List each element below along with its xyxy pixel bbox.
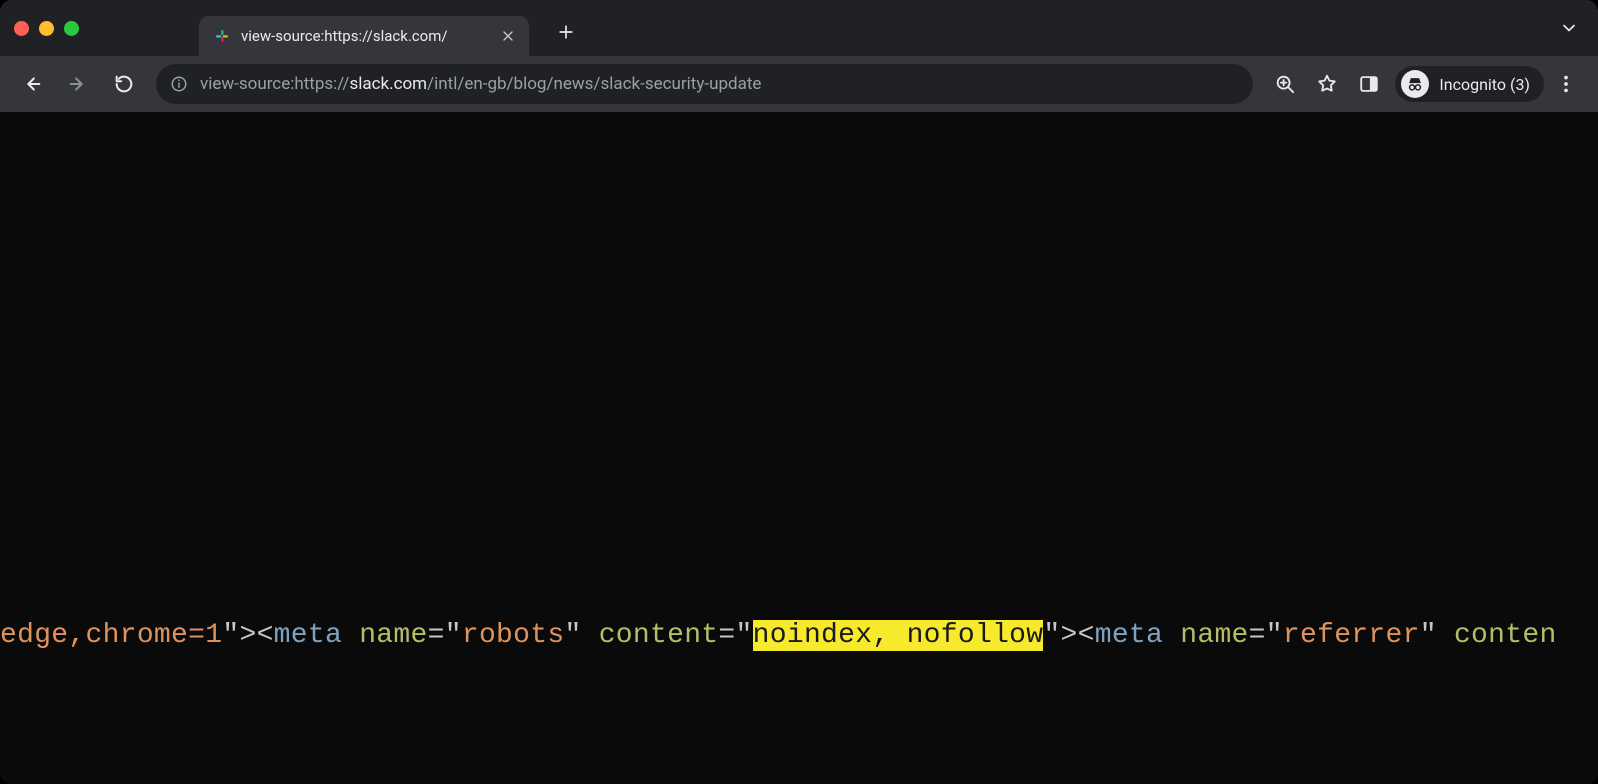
- src-lt: <: [1078, 620, 1095, 651]
- toolbar: view-source:https://slack.com/intl/en-gb…: [0, 56, 1598, 112]
- address-bar[interactable]: view-source:https://slack.com/intl/en-gb…: [156, 64, 1253, 104]
- incognito-label: Incognito (3): [1439, 75, 1530, 94]
- src-tag: meta: [274, 620, 342, 651]
- src-attr: name: [359, 620, 427, 651]
- site-info-icon[interactable]: [170, 75, 188, 93]
- browser-window: view-source:https://slack.com/ view-sour…: [0, 0, 1598, 784]
- src-sp: [582, 620, 599, 651]
- src-eq: =: [1249, 620, 1266, 651]
- slack-favicon-icon: [213, 27, 231, 45]
- src-lt: <: [257, 620, 274, 651]
- src-quote: ": [564, 620, 581, 651]
- window-maximize-button[interactable]: [64, 21, 79, 36]
- kebab-menu-icon[interactable]: [1546, 64, 1586, 104]
- window-close-button[interactable]: [14, 21, 29, 36]
- src-tag: meta: [1095, 620, 1163, 651]
- source-code-line: edge,chrome=1"><meta name="robots" conte…: [0, 620, 1598, 651]
- src-attr: conten: [1454, 620, 1557, 651]
- src-gt: >: [239, 620, 256, 651]
- src-attr: content: [599, 620, 719, 651]
- src-highlight: noindex, nofollow: [753, 620, 1044, 651]
- new-tab-button[interactable]: [551, 17, 581, 47]
- src-text: edge,chrome=1: [0, 620, 222, 651]
- tab-strip: view-source:https://slack.com/: [0, 0, 1598, 56]
- forward-button[interactable]: [58, 64, 98, 104]
- src-sp: [1437, 620, 1454, 651]
- src-quote: ": [1266, 620, 1283, 651]
- bookmark-star-icon[interactable]: [1307, 64, 1347, 104]
- src-quote: ": [1043, 620, 1060, 651]
- back-button[interactable]: [12, 64, 52, 104]
- src-val: robots: [462, 620, 565, 651]
- incognito-chip[interactable]: Incognito (3): [1395, 66, 1544, 102]
- tab-overflow-button[interactable]: [1554, 13, 1584, 43]
- src-quote: ": [445, 620, 462, 651]
- tab-close-button[interactable]: [499, 27, 517, 45]
- side-panel-icon[interactable]: [1349, 64, 1389, 104]
- src-val: referrer: [1283, 620, 1420, 651]
- window-controls: [14, 21, 79, 36]
- window-minimize-button[interactable]: [39, 21, 54, 36]
- tab-title: view-source:https://slack.com/: [241, 27, 489, 45]
- src-sp: [342, 620, 359, 651]
- url-prefix: view-source:https://: [200, 74, 349, 94]
- url-path: /intl/en-gb/blog/news/slack-security-upd…: [427, 74, 761, 94]
- toolbar-right: Incognito (3): [1265, 64, 1586, 104]
- browser-tab[interactable]: view-source:https://slack.com/: [199, 16, 529, 56]
- src-gt: >: [1061, 620, 1078, 651]
- src-quote: ": [1420, 620, 1437, 651]
- zoom-icon[interactable]: [1265, 64, 1305, 104]
- incognito-icon: [1401, 70, 1429, 98]
- src-attr: name: [1180, 620, 1248, 651]
- page-content[interactable]: edge,chrome=1"><meta name="robots" conte…: [0, 112, 1598, 784]
- src-quote: ": [736, 620, 753, 651]
- src-quote: ": [222, 620, 239, 651]
- src-eq: =: [428, 620, 445, 651]
- url-host: slack.com: [349, 74, 427, 94]
- address-url: view-source:https://slack.com/intl/en-gb…: [200, 74, 761, 94]
- reload-button[interactable]: [104, 64, 144, 104]
- src-sp: [1163, 620, 1180, 651]
- src-eq: =: [718, 620, 735, 651]
